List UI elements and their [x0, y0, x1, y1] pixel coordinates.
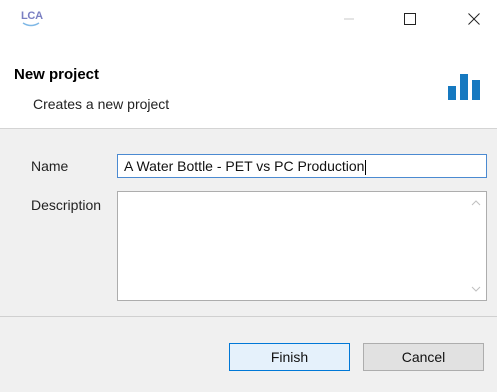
maximize-icon	[404, 13, 416, 25]
text-caret	[365, 159, 367, 175]
description-label: Description	[31, 197, 102, 213]
page-subtitle: Creates a new project	[33, 96, 170, 112]
minimize-button[interactable]	[326, 0, 372, 38]
dialog-footer: Finish Cancel	[0, 316, 497, 392]
app-logo: LCA	[21, 10, 45, 30]
page-title: New project	[14, 66, 100, 83]
new-project-dialog: LCA New project Creates a new project Na…	[0, 0, 497, 392]
close-button[interactable]	[451, 0, 497, 38]
name-input[interactable]: A Water Bottle - PET vs PC Production	[117, 154, 487, 178]
logo-swoosh-icon	[22, 22, 40, 27]
scroll-down-icon[interactable]	[470, 284, 482, 294]
name-input-value: A Water Bottle - PET vs PC Production	[124, 158, 365, 174]
dialog-header: New project Creates a new project	[0, 38, 497, 129]
title-bar: LCA	[0, 0, 497, 38]
project-form: Name A Water Bottle - PET vs PC Producti…	[0, 129, 497, 316]
bar-chart-icon	[448, 74, 480, 100]
maximize-button[interactable]	[387, 0, 433, 38]
name-label: Name	[31, 158, 69, 174]
minimize-icon	[344, 18, 354, 20]
finish-button[interactable]: Finish	[229, 343, 350, 371]
app-logo-text: LCA	[21, 10, 43, 22]
cancel-button[interactable]: Cancel	[363, 343, 484, 371]
scroll-up-icon[interactable]	[470, 198, 482, 208]
description-textarea[interactable]	[117, 191, 487, 301]
close-icon	[468, 13, 480, 25]
